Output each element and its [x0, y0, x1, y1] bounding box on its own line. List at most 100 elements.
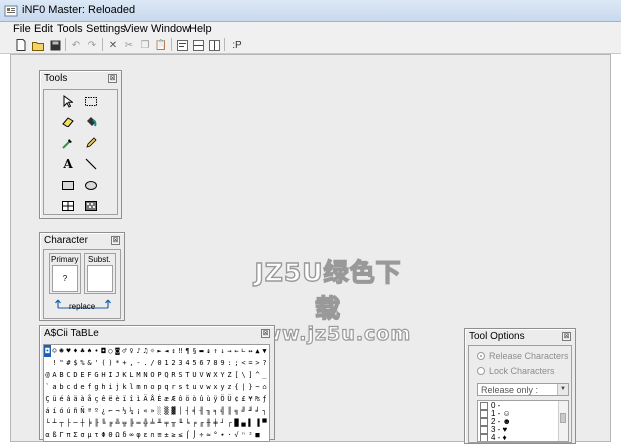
eraser-icon[interactable]	[59, 114, 77, 130]
rectangle-tool-icon[interactable]	[59, 177, 77, 193]
ascii-cell[interactable]: á	[44, 405, 51, 417]
ascii-cell[interactable]: G	[93, 369, 100, 381]
ascii-cell[interactable]: ◘	[44, 345, 51, 357]
ascii-cell[interactable]: ╡	[191, 405, 198, 417]
ascii-cell[interactable]: /	[149, 357, 156, 369]
ascii-cell[interactable]: ┬	[58, 417, 65, 429]
ascii-cell[interactable]: p	[156, 381, 163, 393]
ascii-cell[interactable]: g	[93, 381, 100, 393]
ascii-cell[interactable]: ¡	[135, 405, 142, 417]
ascii-cell[interactable]: c	[65, 381, 72, 393]
ascii-panel-close-button[interactable]: ⊠	[261, 329, 270, 338]
lock-radio[interactable]	[477, 367, 485, 375]
ascii-cell[interactable]: w	[205, 381, 212, 393]
ascii-cell[interactable]: `	[44, 381, 51, 393]
ascii-cell[interactable]: &	[86, 357, 93, 369]
ascii-cell[interactable]: │	[177, 405, 184, 417]
ascii-cell[interactable]: ì	[135, 393, 142, 405]
ascii-cell[interactable]: ò	[191, 393, 198, 405]
ascii-cell[interactable]: »	[149, 405, 156, 417]
ascii-cell[interactable]: í	[51, 405, 58, 417]
ascii-cell[interactable]: ╩	[114, 417, 121, 429]
ascii-cell[interactable]: └	[44, 417, 51, 429]
ascii-cell[interactable]: B	[58, 369, 65, 381]
ascii-cell[interactable]: ╛	[254, 405, 261, 417]
menu-file[interactable]: File	[13, 23, 31, 35]
ascii-cell[interactable]: z	[226, 381, 233, 393]
ascii-cell[interactable]: ╟	[93, 417, 100, 429]
ascii-cell[interactable]: ♦	[72, 345, 79, 357]
ascii-cell[interactable]: ◘	[100, 345, 107, 357]
ascii-cell[interactable]: ╤	[163, 417, 170, 429]
tool-options-titlebar[interactable]: Tool Options ⊠	[465, 329, 575, 344]
ascii-cell[interactable]: Ñ	[79, 405, 86, 417]
ascii-cell[interactable]: â	[65, 393, 72, 405]
ascii-cell[interactable]: ó	[58, 405, 65, 417]
ascii-cell[interactable]: ┼	[79, 417, 86, 429]
ascii-cell[interactable]: q	[163, 381, 170, 393]
ascii-cell[interactable]: ♪	[135, 345, 142, 357]
ascii-cell[interactable]: ┴	[51, 417, 58, 429]
ascii-cell[interactable]: ·	[226, 429, 233, 441]
tools-panel-close-button[interactable]: ⊠	[108, 74, 117, 83]
ascii-cell[interactable]: V	[198, 369, 205, 381]
ascii-cell[interactable]: }	[247, 381, 254, 393]
ascii-cell[interactable]: •	[93, 345, 100, 357]
ascii-cell[interactable]: ╫	[205, 417, 212, 429]
checkbox[interactable]	[480, 410, 488, 418]
eyedropper-icon[interactable]	[59, 135, 77, 151]
ascii-cell[interactable]: ░	[156, 405, 163, 417]
ascii-cell[interactable]: °	[212, 429, 219, 441]
ascii-cell[interactable]: W	[205, 369, 212, 381]
ascii-cell[interactable]: ☺	[51, 345, 58, 357]
ascii-cell[interactable]: x	[212, 381, 219, 393]
ascii-cell[interactable]	[44, 357, 51, 369]
ascii-cell[interactable]: ╜	[247, 405, 254, 417]
ascii-cell[interactable]: ≡	[156, 429, 163, 441]
ascii-cell[interactable]: X	[212, 369, 219, 381]
marquee-select-icon[interactable]	[82, 93, 100, 109]
ascii-cell[interactable]: Ö	[219, 393, 226, 405]
paste-icon[interactable]: 📋	[154, 38, 168, 52]
ascii-cell[interactable]: ö	[184, 393, 191, 405]
ascii-cell[interactable]: Q	[163, 369, 170, 381]
tool-options-close-button[interactable]: ⊠	[562, 332, 571, 341]
ascii-cell[interactable]: ╕	[212, 405, 219, 417]
ascii-cell[interactable]: ∩	[149, 429, 156, 441]
ascii-cell[interactable]: K	[121, 369, 128, 381]
character-panel-close-button[interactable]: ⊠	[111, 236, 120, 245]
ascii-cell[interactable]: #	[65, 357, 72, 369]
ascii-cell[interactable]: |	[240, 381, 247, 393]
ascii-cell[interactable]: R	[170, 369, 177, 381]
ascii-cell[interactable]: 9	[219, 357, 226, 369]
ascii-cell[interactable]: ╥	[170, 417, 177, 429]
checkbox[interactable]	[480, 434, 488, 441]
ascii-cell[interactable]: y	[219, 381, 226, 393]
ascii-cell[interactable]: ù	[205, 393, 212, 405]
ascii-cell[interactable]: J	[114, 369, 121, 381]
ascii-cell[interactable]: ñ	[72, 405, 79, 417]
ascii-cell[interactable]: Γ	[58, 429, 65, 441]
ascii-cell[interactable]: Y	[219, 369, 226, 381]
ascii-cell[interactable]: ╔	[107, 417, 114, 429]
ascii-cell[interactable]: "	[58, 357, 65, 369]
ascii-cell[interactable]: Ä	[142, 393, 149, 405]
ascii-cell[interactable]: (	[100, 357, 107, 369]
ascii-cell[interactable]: ¿	[100, 405, 107, 417]
ascii-cell[interactable]: 7	[205, 357, 212, 369]
ascii-cell[interactable]: ↓	[219, 345, 226, 357]
ascii-cell[interactable]: D	[72, 369, 79, 381]
ascii-cell[interactable]: $	[72, 357, 79, 369]
menu-edit[interactable]: Edit	[34, 23, 53, 35]
menu-tools[interactable]: Tools	[57, 23, 83, 35]
list-item[interactable]: 4 - ♦	[480, 434, 507, 441]
ascii-cell[interactable]: ╦	[121, 417, 128, 429]
ascii-cell[interactable]: τ	[93, 429, 100, 441]
ascii-cell[interactable]: ╒	[191, 417, 198, 429]
ascii-cell[interactable]: j	[114, 381, 121, 393]
ascii-cell[interactable]: F	[86, 369, 93, 381]
ascii-cell[interactable]: ╞	[86, 417, 93, 429]
text-tool-icon[interactable]: A	[59, 156, 77, 172]
release-radio[interactable]	[477, 352, 485, 360]
ascii-cell[interactable]: ï	[121, 393, 128, 405]
